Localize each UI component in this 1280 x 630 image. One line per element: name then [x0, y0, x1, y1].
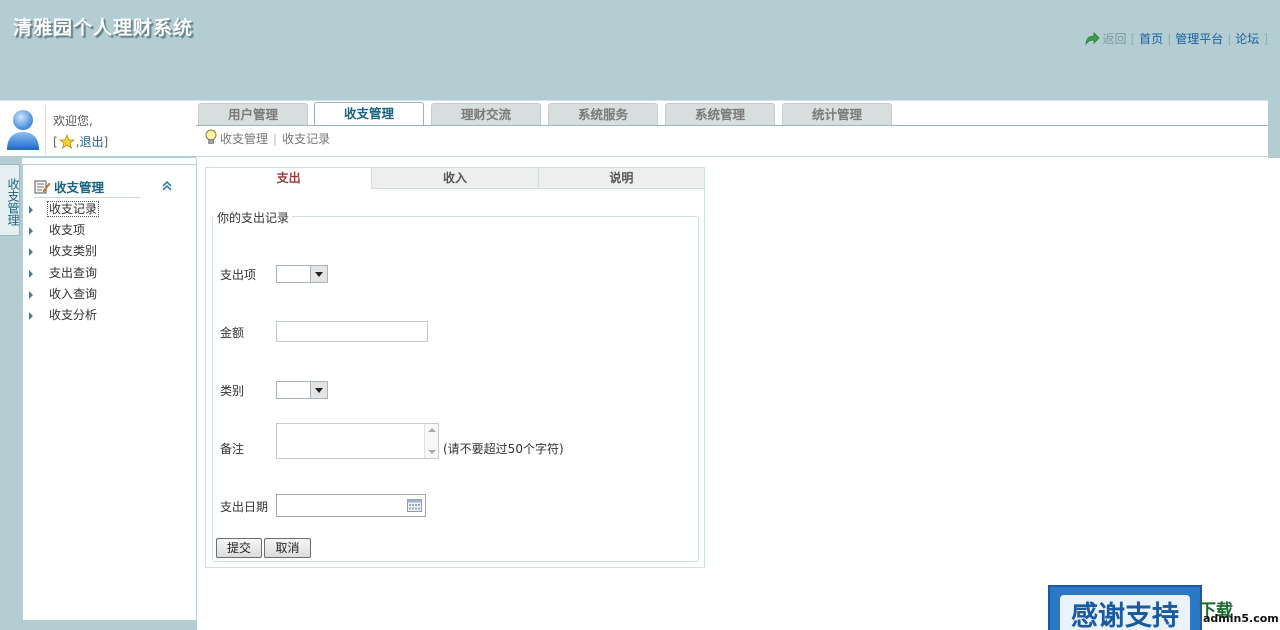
expense-date-input[interactable]	[276, 494, 426, 517]
link-separator: |	[1167, 31, 1172, 46]
chevron-down-icon[interactable]	[310, 266, 327, 282]
tab-income-expense[interactable]: 收支管理	[314, 102, 424, 127]
menu-item-label: 收入查询	[49, 286, 98, 301]
submit-button[interactable]: 提交	[216, 538, 262, 558]
calendar-icon[interactable]	[407, 499, 422, 512]
note-scrollbar[interactable]	[424, 424, 438, 458]
triangle-right-icon	[29, 248, 33, 257]
triangle-right-icon	[29, 227, 33, 236]
menu-item-label: 收支项	[49, 223, 86, 238]
menu-title: 收支管理	[34, 177, 104, 196]
note-textarea[interactable]	[276, 423, 439, 459]
triangle-right-icon	[29, 311, 33, 320]
logout-link[interactable]: 退出	[80, 133, 104, 150]
menu-item-label: 收支分析	[49, 307, 98, 322]
link-separator: |	[1227, 31, 1232, 46]
sub-bar: 收支管理 | 收支记录	[196, 125, 1268, 157]
main-tabs: 用户管理 收支管理 理财交流 系统服务 系统管理 统计管理	[196, 100, 1268, 127]
note-label: 备注	[220, 442, 245, 456]
note-hint: (请不要超过50个字符)	[443, 442, 564, 456]
menu-title-label: 收支管理	[54, 180, 105, 195]
admin-platform-link[interactable]: 管理平台	[1175, 30, 1223, 47]
menu-item-analysis[interactable]: 收支分析	[26, 305, 99, 326]
left-menu: 收支管理 收支记录 收支项 收支类别 支出查询 收入查询 收支分析	[22, 164, 197, 626]
category-select[interactable]	[276, 381, 328, 399]
expense-date-label: 支出日期	[220, 500, 269, 514]
tab-statistics[interactable]: 统计管理	[782, 103, 892, 127]
menu-title-underline	[34, 197, 140, 198]
category-label: 类别	[220, 384, 245, 398]
lightbulb-icon	[205, 129, 217, 144]
expense-form-panel: 支出 收入 说明 你的支出记录 支出项 金额 类别 备注 (请不要超过50个字符…	[205, 167, 705, 568]
watermark-banner: 感谢支持	[1048, 585, 1202, 630]
app-title: 清雅园个人理财系统	[13, 17, 194, 39]
breadcrumb-separator: |	[273, 131, 278, 146]
amount-label: 金额	[220, 326, 245, 340]
amount-input[interactable]	[276, 321, 428, 342]
avatar	[7, 110, 39, 150]
chevron-down-icon[interactable]	[310, 382, 327, 398]
welcome-text: 欢迎您,	[53, 114, 93, 128]
bracket-close: ]	[103, 134, 109, 149]
top-links: 返回 [ 首页 | 管理平台 | 论坛 ]	[1084, 30, 1268, 47]
cancel-button[interactable]: 取消	[264, 538, 311, 558]
watermark-site-text: admin5.com	[1203, 612, 1279, 625]
tab-finance-exchange[interactable]: 理财交流	[431, 103, 541, 127]
menu-item-items[interactable]: 收支项	[26, 220, 99, 241]
triangle-right-icon	[29, 290, 33, 299]
avatar-divider	[45, 105, 46, 155]
tab-instructions[interactable]: 说明	[537, 168, 704, 189]
panel-tabs: 支出 收入 说明	[206, 168, 704, 189]
tab-expense[interactable]: 支出	[206, 168, 372, 189]
bracket-open: [	[53, 134, 58, 149]
vertical-section-tab[interactable]: 收支管理	[0, 164, 20, 236]
menu-item-categories[interactable]: 收支类别	[26, 241, 99, 262]
header: 清雅园个人理财系统 返回 [ 首页 | 管理平台 | 论坛 ]	[0, 0, 1280, 100]
bottom-strip	[0, 620, 197, 630]
triangle-right-icon	[29, 206, 33, 214]
breadcrumb-section[interactable]: 收支管理	[220, 130, 268, 147]
forum-link[interactable]: 论坛	[1235, 30, 1259, 47]
bracket-close: ]	[1263, 31, 1268, 46]
menu-item-records[interactable]: 收支记录	[26, 199, 100, 220]
menu-list: 收支记录 收支项 收支类别 支出查询 收入查询 收支分析	[26, 199, 100, 326]
menu-item-label: 收支记录	[47, 201, 100, 217]
expense-item-select[interactable]	[276, 265, 328, 283]
home-link[interactable]: 首页	[1139, 30, 1163, 47]
menu-item-expense-query[interactable]: 支出查询	[26, 263, 99, 284]
back-arrow-icon	[1086, 31, 1101, 45]
expense-item-label: 支出项	[220, 268, 257, 282]
breadcrumb-page: 收支记录	[282, 132, 331, 146]
notebook-edit-icon	[34, 180, 50, 193]
bracket-open: [	[1130, 31, 1136, 46]
tab-user-management[interactable]: 用户管理	[198, 103, 308, 127]
user-panel: 欢迎您, [ , 退出 ]	[0, 100, 196, 158]
favorite-star-icon[interactable]	[58, 134, 75, 149]
tab-system-management[interactable]: 系统管理	[665, 103, 775, 127]
menu-item-income-query[interactable]: 收入查询	[26, 284, 99, 305]
scroll-up-icon[interactable]	[428, 428, 436, 432]
left-strip: 收支管理	[0, 158, 22, 630]
watermark-main-text: 感谢支持	[1060, 595, 1190, 630]
scroll-down-icon[interactable]	[428, 450, 436, 454]
menu-item-label: 支出查询	[49, 265, 98, 280]
user-links: [ , 退出 ]	[53, 133, 108, 150]
menu-item-label: 收支类别	[49, 244, 98, 259]
triangle-right-icon	[29, 269, 33, 278]
fieldset-legend: 你的支出记录	[214, 209, 293, 226]
header-edge	[1268, 100, 1280, 158]
breadcrumb: 收支管理 | 收支记录	[205, 129, 331, 147]
tab-income[interactable]: 收入	[371, 168, 538, 189]
collapse-icon[interactable]	[160, 179, 174, 193]
tab-system-service[interactable]: 系统服务	[548, 103, 658, 127]
back-link[interactable]: 返回	[1102, 30, 1126, 47]
